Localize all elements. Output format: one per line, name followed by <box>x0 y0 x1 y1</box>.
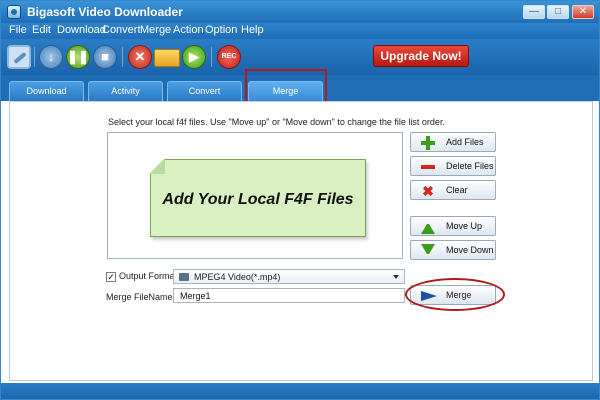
move-down-label: Move Down <box>446 245 494 255</box>
stop-icon[interactable]: ■ <box>93 45 117 69</box>
maximize-button[interactable]: □ <box>547 5 569 19</box>
tab-activity[interactable]: Activity <box>88 81 163 101</box>
video-format-icon <box>179 273 189 281</box>
menu-edit[interactable]: Edit <box>32 24 51 36</box>
toolbar-divider <box>34 47 35 67</box>
delete-files-label: Delete Files <box>446 161 494 171</box>
pause-icon[interactable]: ❚❚ <box>66 45 90 69</box>
toolbar-divider <box>211 47 212 67</box>
title-bar: Bigasoft Video Downloader — □ ✕ <box>1 1 599 23</box>
app-window: Bigasoft Video Downloader — □ ✕ File Edi… <box>0 0 600 400</box>
output-format-checkbox[interactable]: ✓ <box>106 272 116 282</box>
merge-instructions: Select your local f4f files. Use "Move u… <box>108 117 445 127</box>
menu-option[interactable]: Option <box>205 24 237 36</box>
clear-x-icon: ✖ <box>422 183 434 199</box>
window-title: Bigasoft Video Downloader <box>27 5 183 19</box>
menu-merge[interactable]: Merge <box>140 24 171 36</box>
clear-button[interactable]: ✖ Clear <box>410 180 496 200</box>
menu-action[interactable]: Action <box>173 24 204 36</box>
record-icon[interactable]: REC <box>217 45 241 69</box>
output-format-value: MPEG4 Video(*.mp4) <box>194 272 281 282</box>
add-files-label: Add Files <box>446 137 484 147</box>
plus-icon <box>421 136 435 150</box>
tab-download[interactable]: Download <box>9 81 84 101</box>
output-format-label: Output Format: <box>119 271 180 281</box>
menu-download[interactable]: Download <box>57 24 106 36</box>
merge-filename-label: Merge FileName: <box>106 292 176 302</box>
app-logo-icon <box>7 5 21 19</box>
arrow-down-icon <box>421 244 435 258</box>
move-down-button[interactable]: Move Down <box>410 240 496 260</box>
minus-icon <box>421 160 435 174</box>
menu-help[interactable]: Help <box>241 24 264 36</box>
clear-label: Clear <box>446 185 468 195</box>
output-format-select[interactable]: MPEG4 Video(*.mp4) <box>173 269 405 284</box>
status-bar <box>1 383 599 399</box>
delete-icon[interactable]: ✕ <box>128 45 152 69</box>
play-icon[interactable]: ▶ <box>182 45 206 69</box>
upgrade-now-button[interactable]: Upgrade Now! <box>373 45 469 67</box>
folder-icon[interactable] <box>154 49 180 67</box>
minimize-button[interactable]: — <box>523 5 545 19</box>
move-up-button[interactable]: Move Up <box>410 216 496 236</box>
delete-files-button[interactable]: Delete Files <box>410 156 496 176</box>
placeholder-note-text: Add Your Local F4F Files <box>162 191 354 208</box>
arrow-up-icon <box>421 220 435 234</box>
merge-filename-input[interactable] <box>173 288 405 303</box>
add-files-button[interactable]: Add Files <box>410 132 496 152</box>
close-window-button[interactable]: ✕ <box>572 5 594 19</box>
menu-convert[interactable]: Convert <box>102 24 141 36</box>
merge-button-highlight <box>405 278 505 311</box>
tab-convert[interactable]: Convert <box>167 81 242 101</box>
note-corner-fold <box>149 158 165 174</box>
move-up-label: Move Up <box>446 221 483 231</box>
menu-file[interactable]: File <box>9 24 27 36</box>
toolbar-divider <box>122 47 123 67</box>
link-icon[interactable] <box>7 45 31 69</box>
menu-bar: File Edit Download Convert Merge Action … <box>1 23 599 39</box>
chevron-down-icon <box>393 275 399 279</box>
download-icon[interactable]: ↓ <box>39 45 63 69</box>
